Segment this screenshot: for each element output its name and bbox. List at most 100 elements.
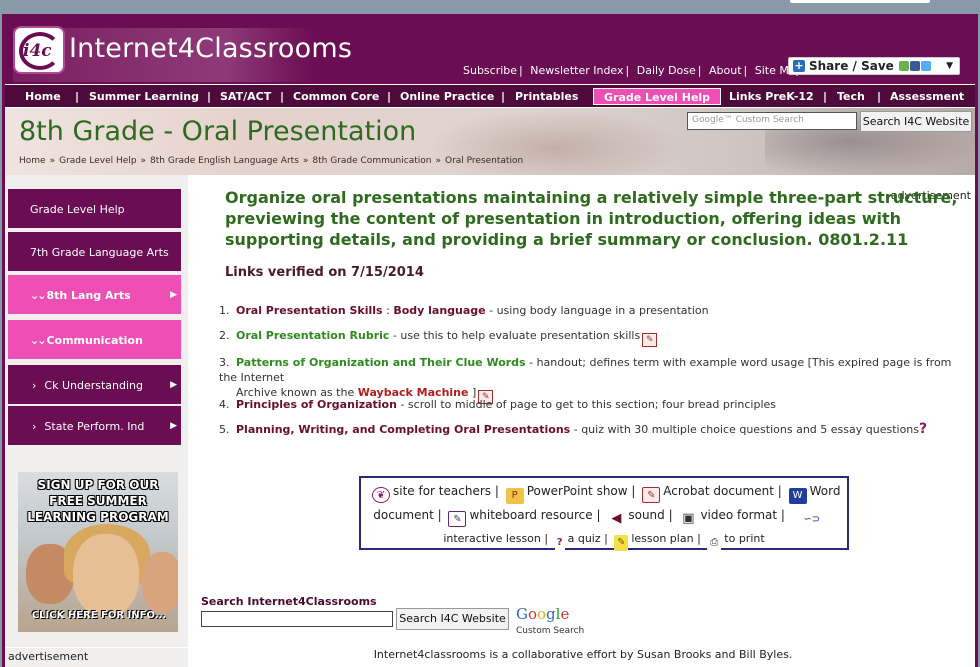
share-save-button[interactable]: + Share / Save ▼: [788, 57, 960, 75]
subscribe-link[interactable]: Subscribe: [463, 64, 517, 77]
oral-presentation-rubric-link[interactable]: Oral Presentation Rubric: [236, 329, 389, 342]
student-photo: [142, 552, 178, 612]
nav-links-prek-12[interactable]: Links PreK-12: [729, 88, 814, 105]
printer-icon: ⎙: [707, 535, 722, 551]
left-sidebar: Grade Level Help 7th Grade Language Arts…: [5, 175, 188, 667]
nav-common-core[interactable]: Common Core: [293, 88, 379, 105]
sidebar-item-label: State Perform. Ind: [44, 420, 145, 433]
sidebar-item-7th-grade-language-arts[interactable]: 7th Grade Language Arts: [8, 232, 181, 273]
sidebar-item-label: Ck Understanding: [44, 379, 143, 392]
sidebar-item-communication[interactable]: ⌄⌄ Communication: [8, 320, 181, 361]
legend-label: interactive lesson: [443, 532, 541, 545]
breadcrumb-8th-grade-communication[interactable]: 8th Grade Communication: [312, 156, 431, 166]
breadcrumb: Home» Grade Level Help» 8th Grade English …: [19, 156, 524, 166]
legend-label: document: [373, 508, 434, 522]
breadcrumb-grade-level-help[interactable]: Grade Level Help: [59, 156, 136, 166]
list-item: 1. Oral Presentation Skills : Body langua…: [219, 304, 709, 317]
legend-label: Acrobat document: [663, 484, 774, 498]
icon-legend: ❦ site for teachers | P PowerPoint show | …: [359, 476, 849, 551]
student-photo: [73, 534, 139, 616]
chevron-right-icon: ▶: [170, 421, 177, 431]
powerpoint-icon: P: [505, 488, 524, 504]
link-description: - quiz with 30 multiple choice questions…: [570, 423, 920, 436]
sidebar-item-state-perform-ind[interactable]: › State Perform. Ind ▶: [8, 406, 181, 447]
chevron-right-small-icon: ›: [32, 420, 37, 433]
left-advertisement-label: advertisement: [8, 650, 89, 663]
whiteboard-icon: ✎: [448, 511, 467, 527]
nav-home[interactable]: Home: [25, 88, 61, 105]
standard-heading: Organize oral presentations maintaining …: [225, 188, 958, 249]
list-item: 5. Planning, Writing, and Completing Oral…: [219, 422, 971, 437]
nav-online-practice[interactable]: Online Practice: [400, 88, 494, 105]
i4c-logo-icon: i4c: [13, 26, 65, 74]
sidebar-item-ck-understanding[interactable]: › Ck Understanding ▶: [8, 365, 181, 406]
speaker-icon: ◀: [607, 511, 626, 527]
breadcrumb-current: Oral Presentation: [444, 156, 524, 166]
nav-tech[interactable]: Tech: [837, 88, 865, 105]
list-item: 4. Principles of Organization - scroll to…: [219, 397, 971, 412]
chevron-down-icon: ▼: [946, 61, 953, 71]
footer-credit: Internet4classrooms is a collaborative e…: [373, 648, 793, 661]
nav-printables[interactable]: Printables: [515, 88, 578, 105]
browser-top-strip: [0, 0, 980, 14]
bottom-search-input[interactable]: [201, 611, 393, 627]
nav-summer-learning[interactable]: Summer Learning: [89, 88, 199, 105]
newsletter-index-link[interactable]: Newsletter Index: [530, 64, 623, 77]
daily-dose-link[interactable]: Daily Dose: [637, 64, 696, 77]
green-share-icon: [898, 61, 909, 71]
share-label: Share / Save: [809, 59, 894, 73]
top-links: Subscribe | Newsletter Index | Daily Dose |…: [463, 64, 803, 77]
quiz-icon: ?: [919, 421, 928, 437]
bottom-search-label: Search Internet4Classrooms: [201, 595, 377, 608]
sidebar-item-label: Grade Level Help: [30, 203, 125, 216]
summer-learning-promo-banner[interactable]: SIGN UP FOR OUR FREE SUMMER LEARNING PRO…: [18, 472, 178, 632]
apple-icon: ❦: [372, 487, 390, 503]
legend-label: a quiz: [567, 532, 601, 545]
about-link[interactable]: About: [709, 64, 742, 77]
sidebar-item-8th-lang-arts[interactable]: ⌄⌄ 8th Lang Arts ▶: [8, 275, 181, 316]
double-chevron-down-icon: ⌄⌄: [30, 334, 47, 347]
interactive-lesson-icon: ∽⊃: [791, 512, 832, 528]
legend-label: lesson plan: [631, 532, 694, 545]
word-icon: W: [788, 488, 807, 504]
breadcrumb-home[interactable]: Home: [19, 156, 46, 166]
promo-line: LEARNING PROGRAM: [27, 510, 169, 524]
promo-cta: CLICK HERE FOR INFO...: [31, 610, 167, 621]
body-language-link[interactable]: Body language: [393, 304, 485, 317]
link-description: - scroll to middle of page to get to thi…: [396, 398, 777, 411]
double-chevron-down-icon: ⌄⌄: [30, 289, 47, 302]
google-custom-search-label: Custom Search: [516, 626, 585, 636]
quiz-icon: ?: [554, 535, 565, 551]
oral-presentation-skills-link[interactable]: Oral Presentation Skills: [236, 304, 383, 317]
list-item: 2. Oral Presentation Rubric - use this to…: [219, 328, 971, 347]
chevron-right-icon: ▶: [170, 380, 177, 390]
top-search-input[interactable]: Google™ Custom Search: [687, 112, 857, 130]
legend-label: Word: [809, 484, 841, 498]
principles-of-organization-link[interactable]: Principles of Organization: [236, 398, 397, 411]
sidebar-item-grade-level-help[interactable]: Grade Level Help: [8, 189, 181, 230]
list-number: 5.: [219, 423, 230, 436]
lesson-plan-icon: ✎: [614, 535, 629, 551]
chevron-right-icon: ▶: [170, 290, 177, 300]
main-content: advertisement Organize oral presentation…: [191, 175, 975, 667]
list-number: 2.: [219, 329, 230, 342]
breadcrumb-8th-grade-ela[interactable]: 8th Grade English Language Arts: [150, 156, 299, 166]
site-logo[interactable]: i4c Internet4Classrooms: [13, 26, 352, 82]
site-header: i4c Internet4Classrooms Subscribe | Newsl…: [5, 14, 975, 84]
nav-assessment[interactable]: Assessment: [890, 88, 964, 105]
planning-writing-oral-presentations-link[interactable]: Planning, Writing, and Completing Oral P…: [236, 423, 570, 436]
bottom-search-button[interactable]: Search I4C Website: [396, 608, 509, 630]
legend-label: video format: [700, 508, 778, 522]
link-description: - using body language in a presentation: [485, 304, 709, 317]
video-camera-icon: ▣: [679, 511, 698, 527]
links-verified-date: Links verified on 7/15/2014: [225, 265, 424, 280]
nav-grade-level-help[interactable]: Grade Level Help: [593, 88, 722, 105]
list-number: 4.: [219, 398, 230, 411]
twitter-icon: [920, 61, 931, 71]
nav-sat-act[interactable]: SAT/ACT: [220, 88, 271, 105]
sidebar-item-label: Communication: [46, 334, 143, 347]
top-search-button[interactable]: Search I4C Website: [860, 111, 972, 132]
page-banner: 8th Grade - Oral Presentation Home» Grade…: [5, 108, 975, 175]
patterns-of-organization-link[interactable]: Patterns of Organization and Their Clue …: [236, 356, 526, 369]
top-box: [790, 0, 930, 3]
